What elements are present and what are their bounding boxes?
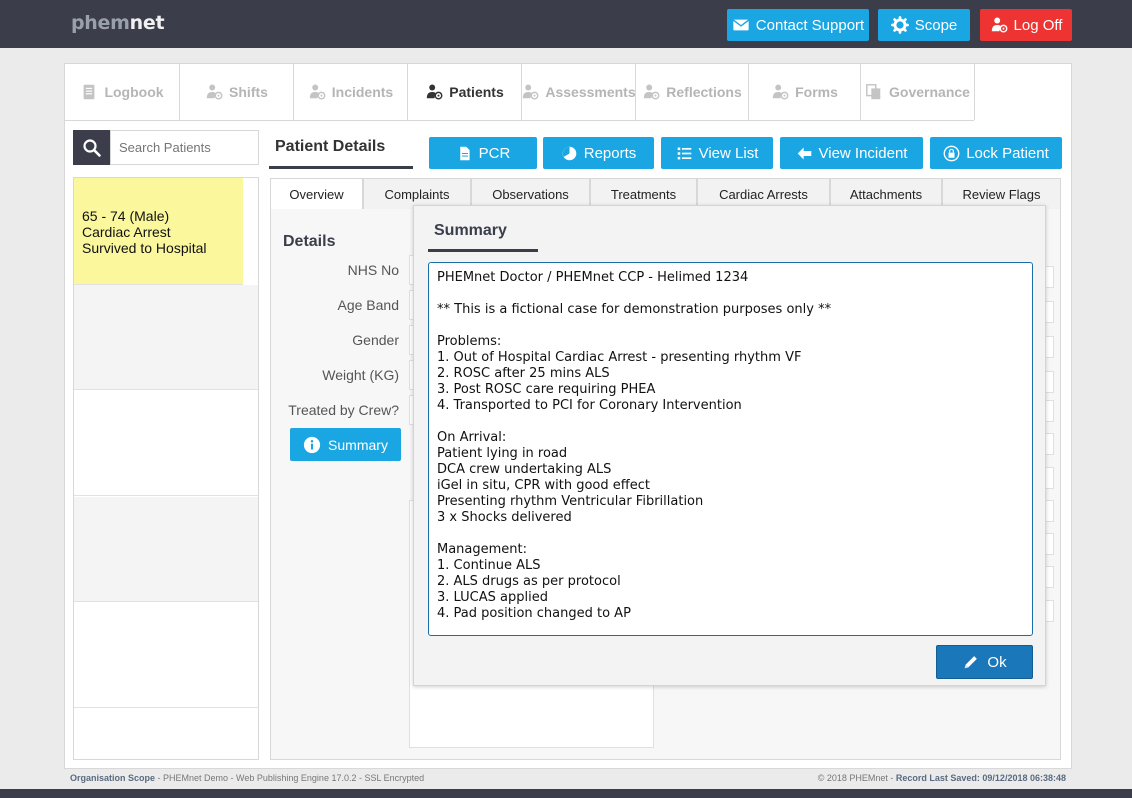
- view-incident-button[interactable]: View Incident: [780, 137, 923, 169]
- view-list-button[interactable]: View List: [661, 137, 773, 169]
- weight-label: Weight (KG): [322, 367, 399, 383]
- pcr-button[interactable]: PCR: [429, 137, 537, 169]
- summary-button-label: Summary: [328, 436, 388, 453]
- patient-list-empty-row: [74, 603, 258, 708]
- tab-assessments[interactable]: Assessments: [522, 64, 636, 120]
- patient-list-empty-row: [74, 497, 258, 602]
- details-heading: Details: [283, 233, 336, 250]
- pencil-icon: [962, 653, 980, 671]
- summary-dialog-title: Summary: [434, 222, 507, 239]
- patient-list-item[interactable]: 65 - 74 (Male) Cardiac Arrest Survived t…: [74, 178, 243, 285]
- summary-title-underline: [428, 249, 538, 252]
- nhs-no-label: NHS No: [347, 262, 399, 278]
- user-gear-icon: [205, 83, 223, 101]
- user-gear-icon: [642, 83, 660, 101]
- ok-button[interactable]: Ok: [936, 645, 1033, 679]
- footer-last-saved: Record Last Saved: 09/12/2018 06:38:48: [895, 773, 1066, 783]
- contact-support-button[interactable]: Contact Support: [727, 9, 869, 41]
- patient-outcome: Survived to Hospital: [82, 240, 207, 256]
- tab-incidents-label: Incidents: [331, 84, 394, 100]
- patient-list-empty-row: [74, 391, 258, 496]
- tab-treatments-label: Treatments: [610, 186, 677, 202]
- patient-details-title: Patient Details: [275, 138, 386, 155]
- tab-cardiac-arrests-label: Cardiac Arrests: [719, 186, 808, 202]
- footer-copyright: © 2018 PHEMnet -: [817, 773, 896, 783]
- pcr-label: PCR: [478, 144, 511, 162]
- scope-label: Scope: [914, 16, 958, 34]
- tab-attachments-label: Attachments: [849, 186, 923, 202]
- search-button[interactable]: [73, 130, 111, 165]
- tab-review-flags-label: Review Flags: [962, 186, 1041, 202]
- copy-icon: [865, 83, 883, 101]
- tab-patients-label: Patients: [449, 84, 504, 100]
- nav-divider: [65, 120, 974, 121]
- tab-reflections-label: Reflections: [666, 84, 742, 100]
- tab-complaints-label: Complaints: [384, 186, 450, 202]
- user-gear-icon: [771, 83, 789, 101]
- log-off-label: Log Off: [1013, 16, 1063, 34]
- app-logo[interactable]: phemnet: [71, 12, 165, 34]
- bottom-bar: [0, 789, 1132, 798]
- tab-logbook[interactable]: Logbook: [65, 64, 180, 120]
- patient-condition: Cardiac Arrest: [82, 224, 171, 240]
- pie-chart-icon: [561, 145, 578, 162]
- lock-patient-label: Lock Patient: [966, 144, 1049, 162]
- tab-overview-label: Overview: [289, 186, 344, 202]
- book-icon: [80, 83, 98, 101]
- reports-label: Reports: [583, 144, 637, 162]
- scope-button[interactable]: Scope: [878, 9, 970, 41]
- age-band-label: Age Band: [337, 297, 400, 313]
- arrow-left-icon: [796, 145, 813, 162]
- tab-incidents[interactable]: Incidents: [294, 64, 408, 120]
- tab-reflections[interactable]: Reflections: [636, 64, 749, 120]
- tab-observations-label: Observations: [492, 186, 569, 202]
- tab-forms-label: Forms: [795, 84, 838, 100]
- footer-engine-info: - PHEMnet Demo - Web Publishing Engine 1…: [155, 773, 425, 783]
- list-icon: [676, 145, 693, 162]
- tab-governance-label: Governance: [889, 84, 970, 100]
- tab-governance[interactable]: Governance: [861, 64, 975, 120]
- gear-icon: [890, 16, 909, 34]
- tab-overview[interactable]: Overview: [270, 178, 363, 209]
- treated-by-crew-label: Treated by Crew?: [288, 402, 399, 418]
- tab-assessments-label: Assessments: [545, 84, 636, 100]
- footer: Organisation Scope - PHEMnet Demo - Web …: [0, 769, 1132, 789]
- ok-label: Ok: [987, 653, 1007, 671]
- patient-details-underline: [269, 166, 413, 169]
- lock-icon: [943, 145, 960, 162]
- tab-patients[interactable]: Patients: [408, 64, 522, 120]
- summary-button[interactable]: Summary: [290, 428, 401, 461]
- tab-shifts-label: Shifts: [229, 84, 268, 100]
- top-bar: phemnet Contact Support Scope Log Off: [0, 0, 1132, 48]
- footer-right: © 2018 PHEMnet - Record Last Saved: 09/1…: [818, 773, 1066, 783]
- footer-left: Organisation Scope - PHEMnet Demo - Web …: [70, 773, 424, 783]
- log-off-button[interactable]: Log Off: [980, 9, 1072, 41]
- contact-support-label: Contact Support: [755, 16, 865, 34]
- info-icon: [303, 436, 321, 454]
- user-gear-icon: [425, 83, 443, 101]
- footer-scope-label: Organisation Scope: [70, 773, 156, 783]
- search-input[interactable]: [110, 130, 259, 165]
- view-incident-label: View Incident: [818, 144, 908, 162]
- tab-forms[interactable]: Forms: [749, 64, 861, 120]
- search-icon: [82, 138, 102, 158]
- user-gear-icon: [308, 83, 326, 101]
- view-list-label: View List: [698, 144, 759, 162]
- envelope-icon: [732, 16, 750, 34]
- summary-textarea[interactable]: PHEMnet Doctor / PHEMnet CCP - Helimed 1…: [428, 262, 1033, 636]
- user-gear-icon: [521, 83, 539, 101]
- patient-age-gender: 65 - 74 (Male): [82, 208, 170, 224]
- reports-button[interactable]: Reports: [543, 137, 654, 169]
- lock-patient-button[interactable]: Lock Patient: [930, 137, 1062, 169]
- document-icon: [456, 145, 473, 162]
- patient-list: 65 - 74 (Male) Cardiac Arrest Survived t…: [73, 177, 259, 760]
- user-gear-icon: [990, 16, 1008, 34]
- gender-label: Gender: [352, 332, 399, 348]
- patient-list-empty-row: [74, 285, 258, 390]
- tab-logbook-label: Logbook: [104, 84, 164, 100]
- tab-shifts[interactable]: Shifts: [180, 64, 294, 120]
- summary-dialog: Summary PHEMnet Doctor / PHEMnet CCP - H…: [413, 205, 1046, 686]
